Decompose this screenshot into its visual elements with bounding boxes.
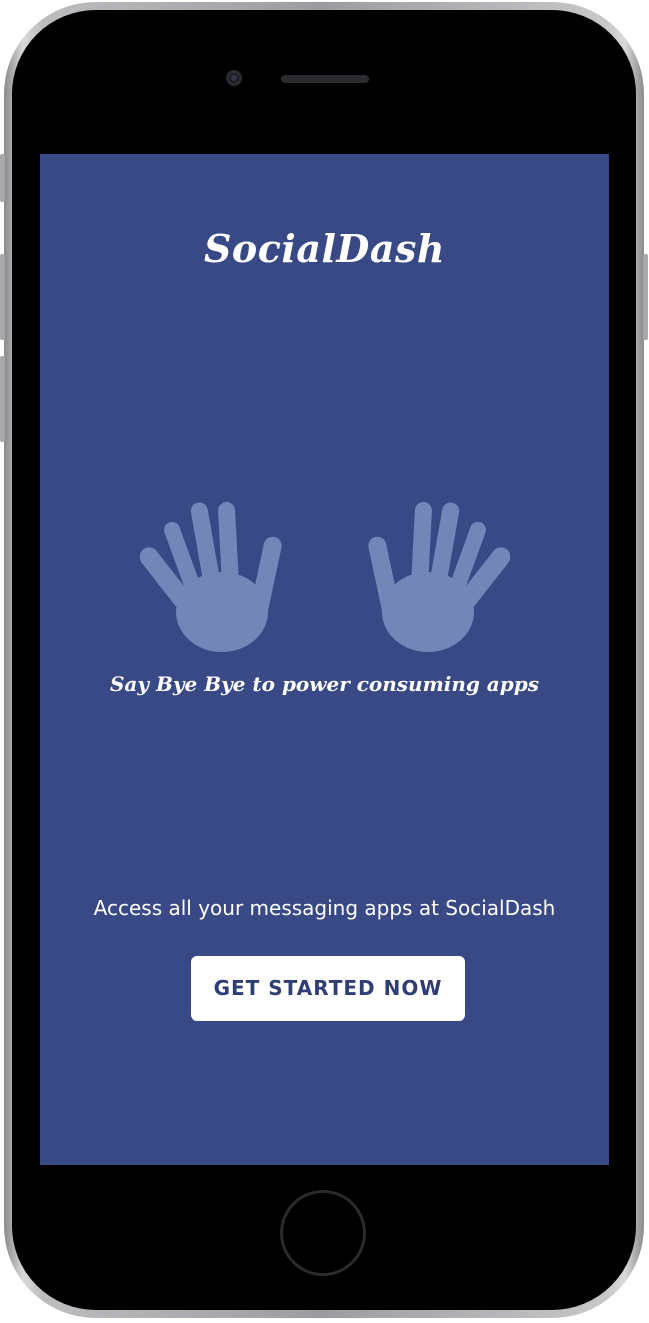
app-title: SocialDash	[203, 226, 445, 271]
mute-switch	[0, 154, 5, 202]
volume-down-button	[0, 356, 5, 442]
earpiece-speaker	[281, 75, 369, 83]
app-screen: SocialDash Say Bye Bye to power consumin…	[40, 154, 609, 1165]
get-started-button[interactable]: GET STARTED NOW	[191, 956, 465, 1021]
tagline: Say Bye Bye to power consuming apps	[109, 672, 539, 696]
left-hand-icon	[140, 502, 282, 652]
front-camera	[226, 70, 242, 86]
power-button	[643, 254, 648, 340]
volume-up-button	[0, 254, 5, 340]
home-button[interactable]	[280, 1190, 366, 1276]
right-hand-icon	[368, 502, 510, 652]
subtitle: Access all your messaging apps at Social…	[93, 896, 556, 920]
waving-hands-icon	[140, 502, 510, 652]
